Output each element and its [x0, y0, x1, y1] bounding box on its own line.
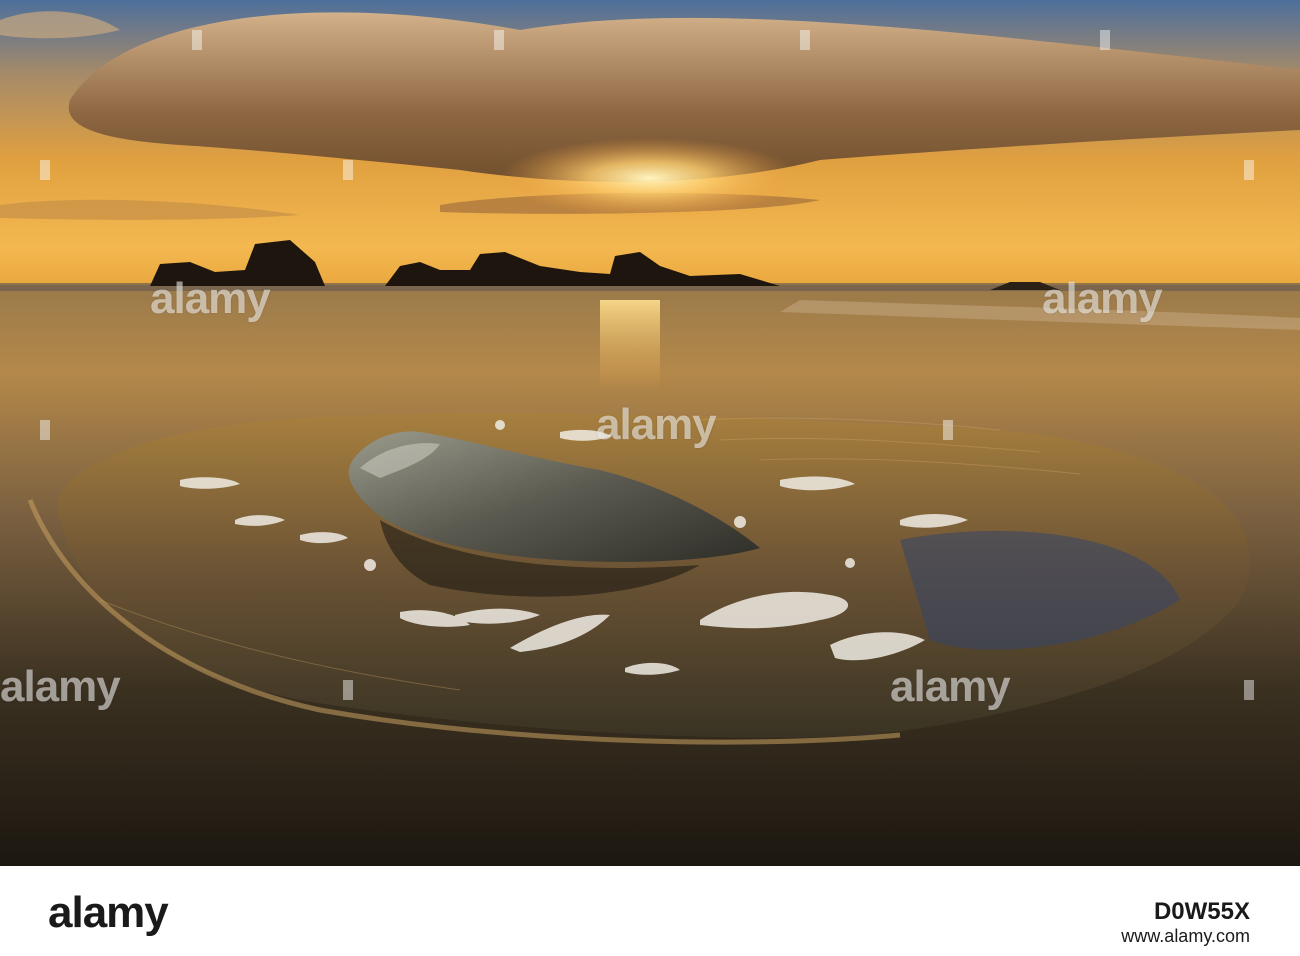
watermark: alamy [150, 274, 271, 323]
watermark: alamy [1042, 274, 1163, 323]
site-url: www.alamy.com [1121, 926, 1250, 946]
image-id: D0W55X [1153, 898, 1250, 925]
alamy-logo: alamy [48, 888, 169, 937]
watermark: alamy [0, 662, 121, 711]
watermark-mark [40, 160, 50, 180]
footer-bar [0, 866, 1300, 956]
watermark-mark [1100, 30, 1110, 50]
watermark: alamy [596, 400, 717, 449]
watermark-mark [800, 30, 810, 50]
watermark: alamy [890, 662, 1011, 711]
watermark-mark [1244, 680, 1254, 700]
watermark-mark [943, 420, 953, 440]
watermark-mark [343, 680, 353, 700]
watermark-mark [494, 30, 504, 50]
watermark-mark [192, 30, 202, 50]
watermark-mark [40, 420, 50, 440]
watermark-mark [343, 160, 353, 180]
watermark-mark [1244, 160, 1254, 180]
